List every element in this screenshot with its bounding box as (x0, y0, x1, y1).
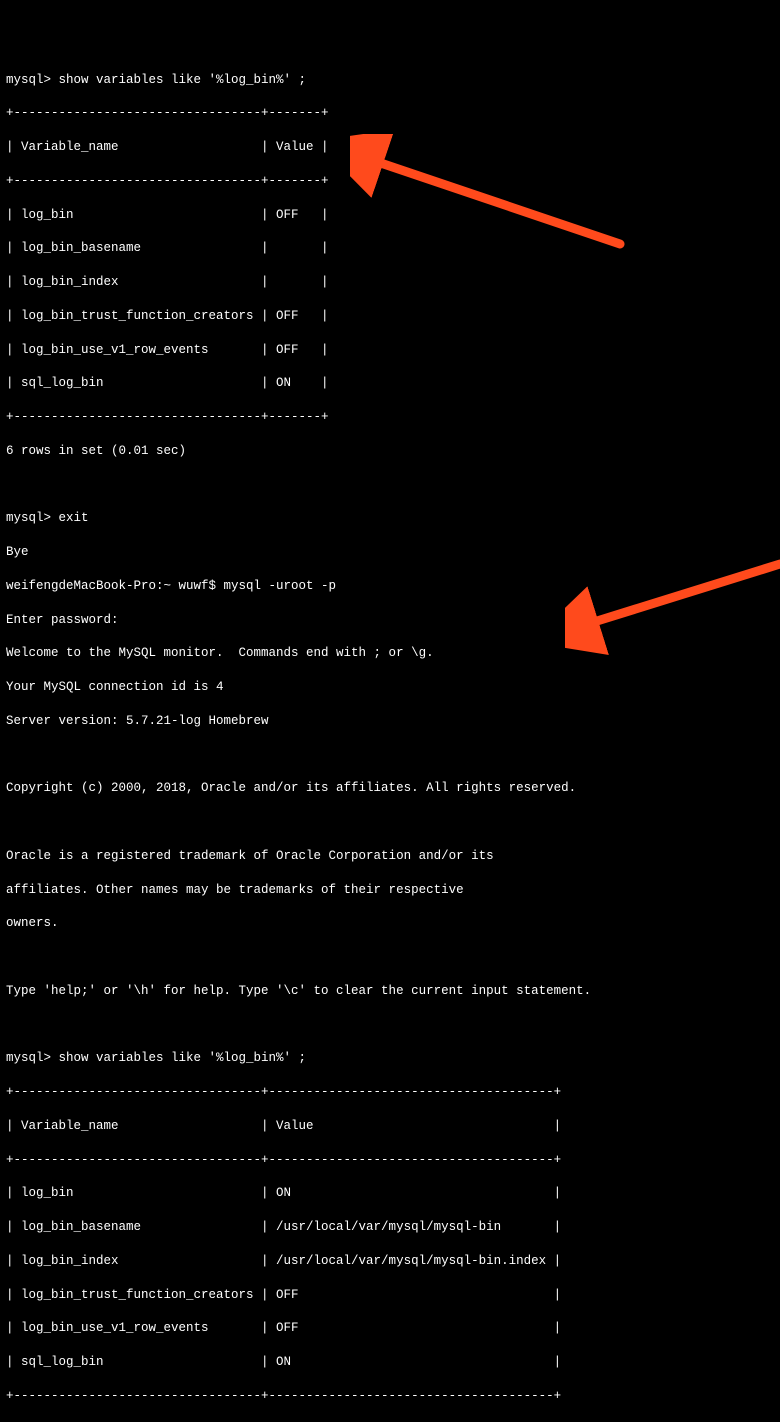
table-border: +---------------------------------+-----… (6, 173, 774, 190)
table-border: +---------------------------------+-----… (6, 1388, 774, 1405)
table-border: +---------------------------------+-----… (6, 105, 774, 122)
table-row: | log_bin_basename | /usr/local/var/mysq… (6, 1219, 774, 1236)
table-row: | sql_log_bin | ON | (6, 375, 774, 392)
table-border: +---------------------------------+-----… (6, 1152, 774, 1169)
sql-query-2: show variables like '%log_bin%' ; (59, 1051, 307, 1065)
enter-password-line: Enter password: (6, 612, 774, 629)
mysql-prompt: mysql> (6, 1051, 59, 1065)
table-header-row: | Variable_name | Value | (6, 1118, 774, 1135)
mysql-prompt: mysql> (6, 73, 59, 87)
blank-line (6, 747, 774, 764)
table-row: | log_bin_use_v1_row_events | OFF | (6, 1320, 774, 1337)
sql-query-1: show variables like '%log_bin%' ; (59, 73, 307, 87)
copyright-line: Copyright (c) 2000, 2018, Oracle and/or … (6, 780, 774, 797)
exit-command: exit (59, 511, 89, 525)
table-border: +---------------------------------+-----… (6, 409, 774, 426)
welcome-line: Welcome to the MySQL monitor. Commands e… (6, 645, 774, 662)
trademark-line: owners. (6, 915, 774, 932)
table-row: | log_bin_trust_function_creators | OFF … (6, 308, 774, 325)
result-footer: 6 rows in set (0.01 sec) (6, 443, 774, 460)
blank-line (6, 477, 774, 494)
table-row: | log_bin_index | /usr/local/var/mysql/m… (6, 1253, 774, 1270)
table-header-row: | Variable_name | Value | (6, 139, 774, 156)
table-row: | log_bin_trust_function_creators | OFF … (6, 1287, 774, 1304)
blank-line (6, 814, 774, 831)
table-row: | log_bin_basename | | (6, 240, 774, 257)
query-line-2: mysql> show variables like '%log_bin%' ; (6, 1050, 774, 1067)
server-version-line: Server version: 5.7.21-log Homebrew (6, 713, 774, 730)
table-row: | log_bin | OFF | (6, 207, 774, 224)
query-line-1: mysql> show variables like '%log_bin%' ; (6, 72, 774, 89)
table-row: | log_bin_index | | (6, 274, 774, 291)
connection-id-line: Your MySQL connection id is 4 (6, 679, 774, 696)
trademark-line: Oracle is a registered trademark of Orac… (6, 848, 774, 865)
table-row: | log_bin_use_v1_row_events | OFF | (6, 342, 774, 359)
table-row: | sql_log_bin | ON | (6, 1354, 774, 1371)
blank-line (6, 949, 774, 966)
blank-line (6, 1017, 774, 1034)
table-border: +---------------------------------+-----… (6, 1084, 774, 1101)
help-line: Type 'help;' or '\h' for help. Type '\c'… (6, 983, 774, 1000)
bye-line: Bye (6, 544, 774, 561)
shell-login-line: weifengdeMacBook-Pro:~ wuwf$ mysql -uroo… (6, 578, 774, 595)
trademark-line: affiliates. Other names may be trademark… (6, 882, 774, 899)
arrow-annotation-icon (350, 100, 625, 298)
table-row: | log_bin | ON | (6, 1185, 774, 1202)
mysql-prompt: mysql> (6, 511, 59, 525)
exit-line: mysql> exit (6, 510, 774, 527)
